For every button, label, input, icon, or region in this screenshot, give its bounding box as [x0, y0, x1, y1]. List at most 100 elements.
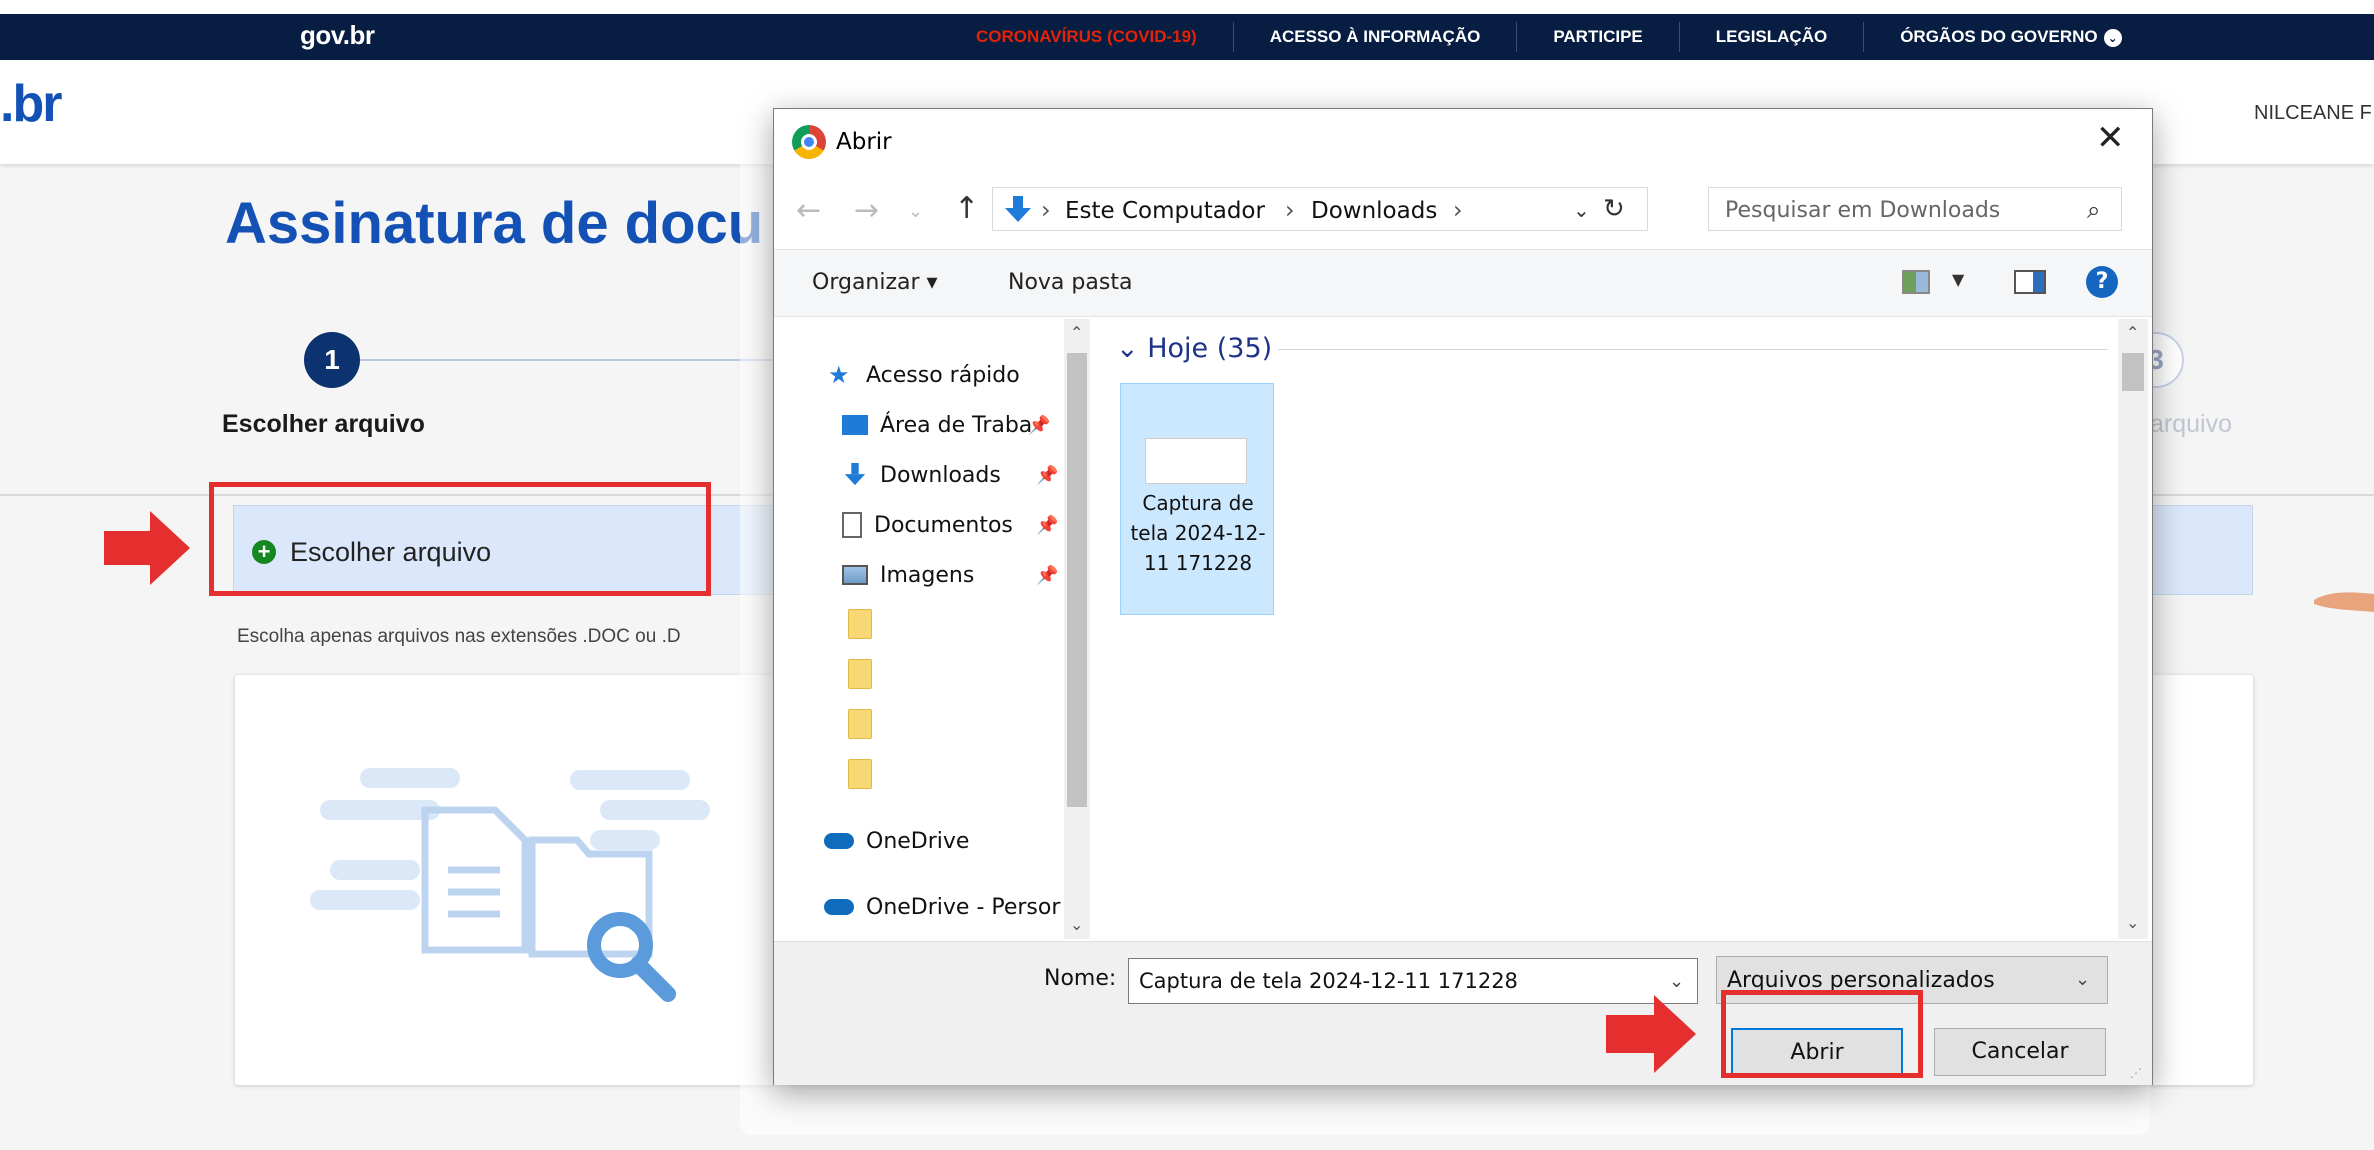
nav-participe[interactable]: PARTICIPE [1517, 22, 1680, 52]
document-search-illustration-icon [310, 768, 710, 1002]
user-name[interactable]: NILCEANE F [2254, 102, 2372, 125]
chevron-down-icon[interactable]: ⌄ [1669, 971, 1684, 992]
folder-icon[interactable] [848, 609, 872, 639]
chevron-down-icon: ⌄ [2103, 28, 2122, 47]
highlight-box-open [1721, 990, 1923, 1078]
pin-icon[interactable]: 📌 [1036, 465, 1058, 486]
nav-scroll-thumb[interactable] [1067, 353, 1087, 807]
step-connector [360, 359, 780, 361]
pin-icon[interactable]: 📌 [1036, 565, 1058, 586]
nav-area-de-trabalho[interactable]: Área de Traba [842, 403, 1032, 447]
recent-locations-chevron-icon[interactable]: ⌄ [908, 201, 923, 222]
nav-legislacao[interactable]: LEGISLAÇÃO [1680, 22, 1865, 52]
back-arrow-icon[interactable]: ← [796, 193, 821, 228]
address-row: ← → ⌄ ↑ › Este Computador › Downloads › … [774, 177, 2152, 247]
pin-icon[interactable]: 📌 [1036, 515, 1058, 536]
file-list-pane: ⌄ Hoje (35) Captura de tela 2024-12-11 1… [1100, 319, 2150, 939]
help-icon[interactable]: ? [2086, 266, 2118, 298]
address-dropdown-icon[interactable]: ⌄ [1573, 198, 1590, 222]
folder-icon[interactable] [848, 709, 872, 739]
nav-imagens[interactable]: Imagens [842, 553, 974, 597]
step-1-label: Escolher arquivo [222, 410, 425, 438]
breadcrumb-separator-icon: › [1285, 196, 1295, 224]
address-bar[interactable]: › Este Computador › Downloads › ⌄ ↻ [992, 187, 1648, 231]
group-header-hoje[interactable]: ⌄ Hoje (35) [1116, 333, 1272, 364]
desktop-icon [842, 415, 868, 435]
organize-menu[interactable]: Organizar ▾ [812, 270, 938, 295]
scroll-up-icon[interactable]: ⌃ [1070, 323, 1083, 342]
nav-downloads[interactable]: Downloads [842, 453, 1001, 497]
breadcrumb-separator-icon: › [1453, 196, 1463, 224]
search-icon: ⌕ [2087, 196, 2101, 224]
cloud-icon [824, 833, 854, 849]
view-dropdown-icon[interactable]: ▼ [1952, 270, 1964, 289]
red-arrow-icon [104, 511, 190, 585]
pointing-hand-icon [2314, 592, 2374, 612]
nav-orgaos-label: ÓRGÃOS DO GOVERNO [1900, 27, 2098, 46]
file-item[interactable]: Captura de tela 2024-12-11 171228 [1120, 383, 1274, 615]
dialog-titlebar[interactable]: Abrir ✕ [774, 109, 2152, 175]
search-downloads-input[interactable]: Pesquisar em Downloads ⌕ [1708, 187, 2122, 231]
nav-label: Imagens [880, 562, 975, 588]
highlight-box-choose [209, 482, 711, 596]
view-options-icon[interactable] [1902, 270, 1930, 294]
nav-orgaos-governo[interactable]: ÓRGÃOS DO GOVERNO ⌄ [1864, 22, 2157, 52]
group-divider [1278, 349, 2108, 350]
scroll-up-icon[interactable]: ⌃ [2126, 323, 2139, 342]
nav-onedrive[interactable]: OneDrive [824, 819, 969, 863]
document-icon [842, 512, 862, 538]
forward-arrow-icon[interactable]: → [854, 193, 879, 228]
nav-label: Downloads [880, 462, 1001, 488]
gov-top-bar: gov.br CORONAVÍRUS (COVID-19) ACESSO À I… [0, 0, 2374, 60]
up-arrow-icon[interactable]: ↑ [954, 191, 979, 226]
file-scrollbar[interactable] [2118, 319, 2148, 939]
group-label: Hoje (35) [1147, 333, 1273, 364]
nav-label: OneDrive [866, 828, 970, 854]
star-icon: ★ [828, 361, 850, 389]
cloud-icon [824, 899, 854, 915]
new-folder-button[interactable]: Nova pasta [1008, 270, 1132, 295]
nav-label: Área de Traba [880, 412, 1033, 438]
image-icon [842, 565, 868, 585]
nav-label: OneDrive - Persor [866, 894, 1061, 920]
nav-covid[interactable]: CORONAVÍRUS (COVID-19) [940, 22, 1234, 52]
cancel-button[interactable]: Cancelar [1934, 1028, 2106, 1076]
step-1-circle: 1 [304, 332, 360, 388]
logo-text: .br [0, 75, 62, 133]
pin-icon[interactable]: 📌 [1028, 415, 1050, 436]
refresh-icon[interactable]: ↻ [1603, 194, 1625, 224]
breadcrumb-separator-icon: › [1041, 196, 1051, 224]
nav-label: Documentos [874, 512, 1013, 538]
dialog-toolbar: Organizar ▾ Nova pasta ▼ ? [774, 249, 2152, 317]
file-scroll-thumb[interactable] [2122, 353, 2144, 391]
nav-documentos[interactable]: Documentos [842, 503, 1013, 547]
chrome-icon [792, 125, 826, 159]
preview-pane-icon[interactable] [2014, 270, 2046, 294]
nav-onedrive-personal[interactable]: OneDrive - Persor [824, 885, 1060, 929]
breadcrumb-este-computador[interactable]: Este Computador [1065, 198, 1265, 224]
scroll-down-icon[interactable]: ⌄ [1070, 915, 1083, 934]
search-placeholder: Pesquisar em Downloads [1725, 198, 2001, 223]
download-arrow-icon [1005, 196, 1031, 222]
gov-nav: CORONAVÍRUS (COVID-19) ACESSO À INFORMAÇ… [940, 14, 2158, 60]
resize-grip-icon[interactable]: ⋰ [2130, 1066, 2142, 1080]
nav-acesso-rapido[interactable]: ★ Acesso rápido [828, 353, 1020, 397]
navigation-pane: ★ Acesso rápido Área de Traba 📌 Download… [774, 319, 1098, 939]
gov-logo[interactable]: gov.br [300, 20, 375, 51]
folder-icon[interactable] [848, 759, 872, 789]
nav-acesso-informacao[interactable]: ACESSO À INFORMAÇÃO [1234, 22, 1518, 52]
dialog-footer: Nome: Captura de tela 2024-12-11 171228 … [774, 941, 2152, 1085]
breadcrumb-downloads[interactable]: Downloads [1311, 198, 1437, 224]
red-arrow-icon [1606, 995, 1696, 1073]
file-name: Captura de tela 2024-12-11 171228 [1130, 491, 1266, 575]
dialog-title: Abrir [836, 129, 892, 155]
file-thumbnail-icon [1145, 438, 1247, 484]
close-icon[interactable]: ✕ [2096, 121, 2125, 155]
open-file-dialog: Abrir ✕ ← → ⌄ ↑ › Este Computador › Down… [773, 108, 2153, 1085]
name-label: Nome: [1044, 966, 1117, 991]
page-title: Assinatura de docu [225, 191, 764, 256]
govbr-logo[interactable]: .br [0, 74, 62, 134]
folder-icon[interactable] [848, 659, 872, 689]
step-3-label: arquivo [2150, 410, 2232, 438]
scroll-down-icon[interactable]: ⌄ [2126, 913, 2139, 932]
